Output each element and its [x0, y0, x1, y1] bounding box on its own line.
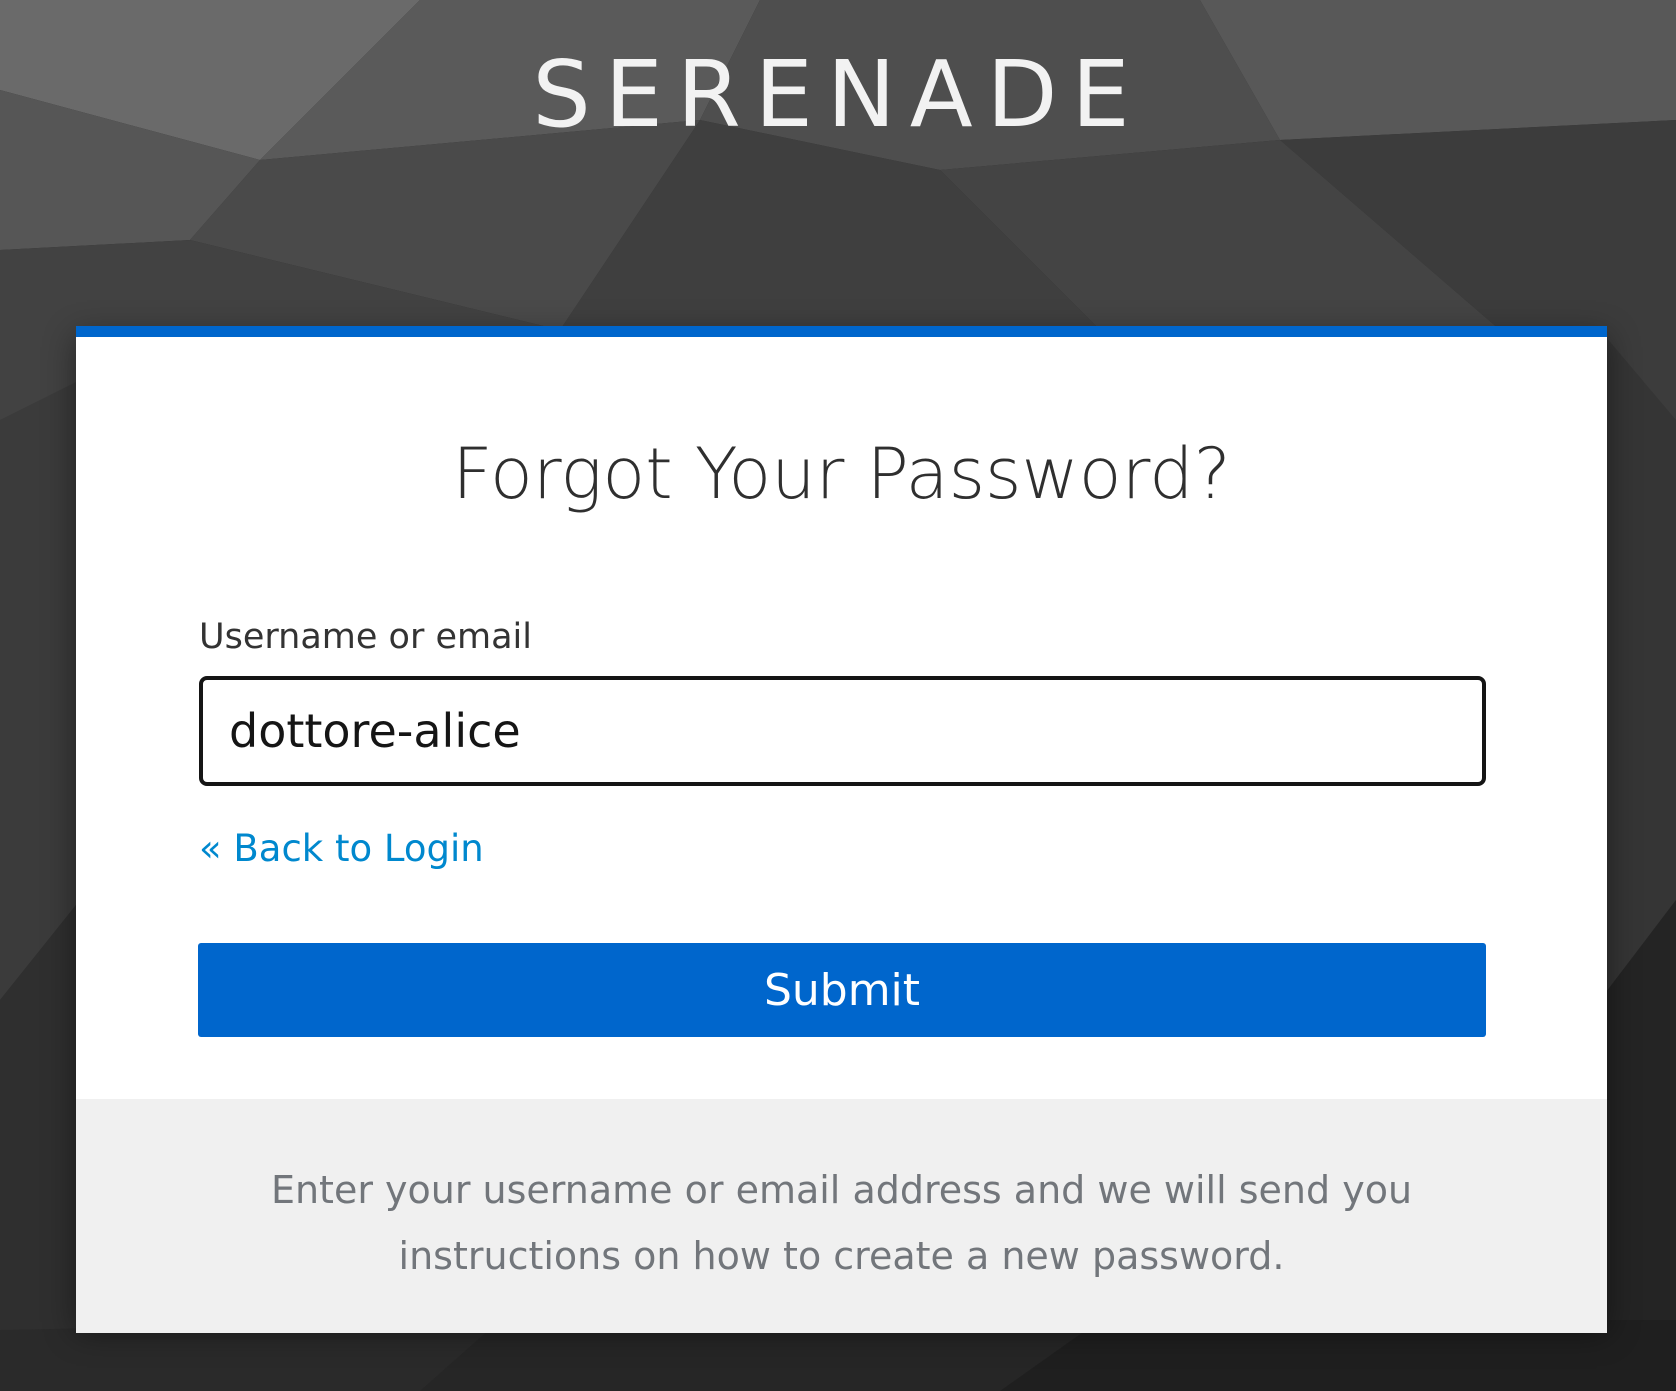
submit-button[interactable]: Submit: [198, 943, 1486, 1037]
username-label: Username or email: [199, 617, 532, 657]
forgot-password-card: Forgot Your Password? Username or email …: [76, 326, 1607, 1333]
page-title: Forgot Your Password?: [452, 433, 1231, 515]
info-panel: Enter your username or email address and…: [76, 1099, 1607, 1333]
username-input[interactable]: [199, 676, 1486, 786]
back-to-login-link[interactable]: « Back to Login: [199, 827, 484, 870]
brand-logo: SERENADE: [532, 41, 1144, 148]
info-text: Enter your username or email address and…: [270, 1168, 1413, 1278]
